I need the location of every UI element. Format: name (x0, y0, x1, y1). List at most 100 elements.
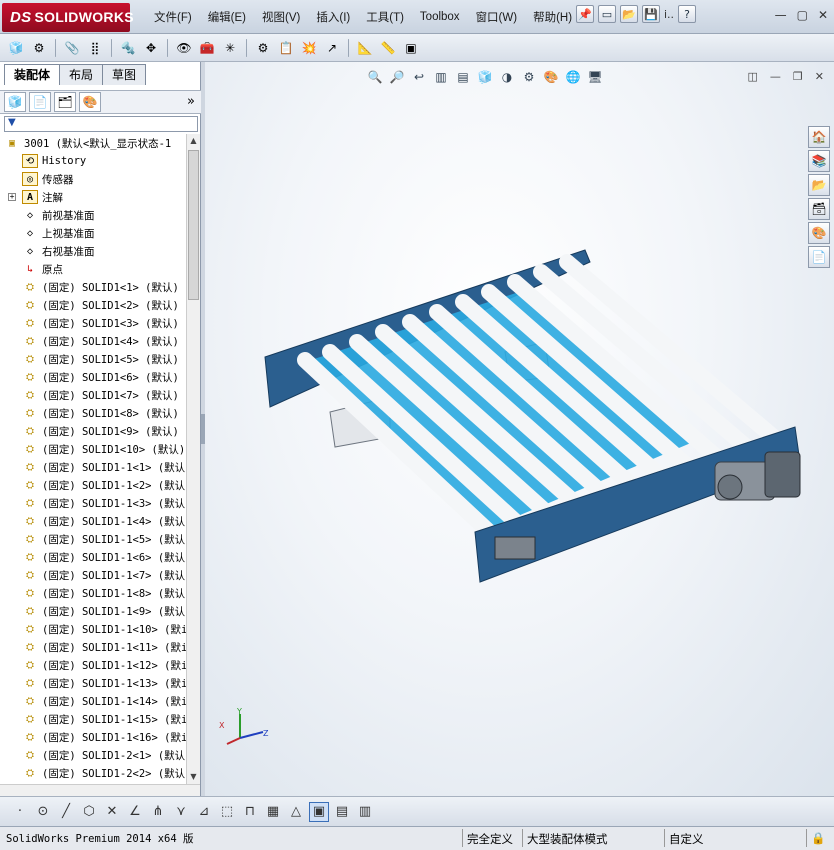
expand-plus-icon[interactable]: + (8, 193, 16, 201)
menu-file[interactable]: 文件(F) (146, 9, 200, 25)
tree-item-front-plane[interactable]: ◇ 前视基准面 (0, 206, 186, 224)
pin-icon[interactable]: 📌 (576, 5, 594, 23)
angle-icon[interactable]: ∠ (125, 802, 145, 822)
tree-item-component[interactable]: ⛭ (固定) SOLID1<8> (默认) (0, 404, 186, 422)
help-icon[interactable]: ? (678, 5, 697, 23)
circle-icon[interactable]: ⊙ (33, 802, 53, 822)
tree-item-component[interactable]: ⛭ (固定) SOLID1<9> (默认) (0, 422, 186, 440)
grid-icon[interactable]: ▦ (263, 802, 283, 822)
assembly-features-icon[interactable]: 🧰 (197, 38, 217, 58)
tree-item-component[interactable]: ⛭ (固定) SOLID1-1<12> (默i (0, 656, 186, 674)
new-part-icon[interactable]: ⚙ (29, 38, 49, 58)
explode-line-sketch-icon[interactable]: ↗ (322, 38, 342, 58)
scroll-up-icon[interactable]: ▲ (187, 134, 200, 148)
restore-icon[interactable]: ▢ (797, 8, 808, 22)
tree-item-component[interactable]: ⛭ (固定) SOLID1-1<15> (默i (0, 710, 186, 728)
new-motion-study-icon[interactable]: ⚙ (253, 38, 273, 58)
view-palette-icon[interactable]: 🗃 (808, 198, 830, 220)
polygon-icon[interactable]: ⬡ (79, 802, 99, 822)
tree-item-origin[interactable]: ↳ 原点 (0, 260, 186, 278)
tree-item-component[interactable]: ⛭ (固定) SOLID1<10> (默认) (0, 440, 186, 458)
tree-item-component[interactable]: ⛭ (固定) SOLID1-1<14> (默i (0, 692, 186, 710)
tree-item-component[interactable]: ⛭ (固定) SOLID1<2> (默认) (0, 296, 186, 314)
tree-filter[interactable]: ▼ (4, 116, 198, 132)
feature-manager-icon[interactable]: 🧊 (4, 92, 26, 112)
cube-view-icon[interactable]: ▣ (309, 801, 329, 822)
linear-pattern-icon[interactable]: ⣿ (85, 38, 105, 58)
tree-item-history[interactable]: ⟲ History (0, 152, 186, 170)
tab-assembly[interactable]: 装配体 (4, 64, 61, 85)
tree-item-right-plane[interactable]: ◇ 右视基准面 (0, 242, 186, 260)
tree-item-component[interactable]: ⛭ (固定) SOLID1-1<11> (默i (0, 638, 186, 656)
options-more[interactable]: i.. (664, 8, 674, 21)
expand-chevron-icon[interactable]: » (187, 94, 195, 109)
home-icon[interactable]: 🏠 (808, 126, 830, 148)
tree-item-component[interactable]: ⛭ (固定) SOLID1<6> (默认) (0, 368, 186, 386)
tree-item-component[interactable]: ⛭ (固定) SOLID1-2<1> (默认 (0, 746, 186, 764)
tab-layout[interactable]: 布局 (59, 64, 104, 85)
filter-icon[interactable]: ▼ (8, 117, 16, 128)
smart-fastener-icon[interactable]: 🔩 (118, 38, 138, 58)
show-hidden-icon[interactable]: 👁 (174, 38, 194, 58)
tree-item-component[interactable]: ⛭ (固定) SOLID1-1<9> (默认 (0, 602, 186, 620)
tree-root[interactable]: ▣ 3001 (默认<默认_显示状态-1 (0, 134, 186, 152)
tree-item-component[interactable]: ⛭ (固定) SOLID1-1<7> (默认 (0, 566, 186, 584)
mirror-icon[interactable]: ⋔ (148, 802, 168, 822)
reference-geometry-icon[interactable]: ✳ (220, 38, 240, 58)
menu-view[interactable]: 视图(V) (254, 9, 308, 25)
attach-icon[interactable]: 📎 (62, 38, 82, 58)
tree-item-component[interactable]: ⛭ (固定) SOLID1-2<2> (默认 (0, 764, 186, 782)
table-view-icon[interactable]: ▥ (355, 802, 375, 822)
configuration-manager-icon[interactable]: 🗂 (54, 92, 76, 112)
offset-icon[interactable]: ⋎ (171, 802, 191, 822)
close-icon[interactable]: ✕ (818, 8, 828, 22)
panel-view-icon[interactable]: ▤ (332, 802, 352, 822)
scroll-down-icon[interactable]: ▼ (187, 770, 200, 784)
tree-item-component[interactable]: ⛭ (固定) SOLID1-1<8> (默认 (0, 584, 186, 602)
menu-help[interactable]: 帮助(H) (525, 9, 580, 25)
move-component-icon[interactable]: ✥ (141, 38, 161, 58)
tree-horizontal-scrollbar[interactable] (0, 784, 200, 796)
point-icon[interactable]: · (10, 802, 30, 822)
interference-detection-icon[interactable]: 📐 (355, 38, 375, 58)
tree-item-component[interactable]: ⛭ (固定) SOLID1-1<5> (默认 (0, 530, 186, 548)
design-library-icon[interactable]: 📚 (808, 150, 830, 172)
status-custom[interactable]: 自定义 (664, 829, 784, 847)
save-icon[interactable]: 💾 (642, 5, 660, 23)
insert-component-icon[interactable]: 🧊 (6, 38, 26, 58)
open-folder-icon[interactable]: 📂 (620, 5, 638, 23)
scroll-thumb[interactable] (188, 150, 199, 300)
tree-item-component[interactable]: ⛭ (固定) SOLID1-1<10> (默i (0, 620, 186, 638)
bill-of-materials-icon[interactable]: 📋 (276, 38, 296, 58)
tree-item-component[interactable]: ⛭ (固定) SOLID1-1<6> (默认 (0, 548, 186, 566)
tree-vertical-scrollbar[interactable]: ▲ ▼ (186, 134, 200, 784)
tree-item-component[interactable]: ⛭ (固定) SOLID1-1<4> (默认 (0, 512, 186, 530)
custom-properties-icon[interactable]: 📄 (808, 246, 830, 268)
menu-insert[interactable]: 插入(I) (308, 9, 358, 25)
minimize-icon[interactable]: — (775, 8, 787, 22)
menu-tools[interactable]: 工具(T) (358, 9, 412, 25)
appearances-icon[interactable]: 🎨 (808, 222, 830, 244)
conveyor-model[interactable] (205, 62, 834, 796)
triangle-icon[interactable]: △ (286, 802, 306, 822)
line-icon[interactable]: ╱ (56, 802, 76, 822)
instant3d-icon[interactable]: ▣ (401, 38, 421, 58)
tree-item-component[interactable]: ⛭ (固定) SOLID1-1<16> (默i (0, 728, 186, 746)
tree-item-component[interactable]: ⛭ (固定) SOLID1-1<2> (默认 (0, 476, 186, 494)
corner-icon[interactable]: ⊿ (194, 802, 214, 822)
tab-sketch[interactable]: 草图 (102, 64, 147, 85)
menu-window[interactable]: 窗口(W) (468, 9, 526, 25)
property-manager-icon[interactable]: 📄 (29, 92, 51, 112)
new-document-icon[interactable]: ▭ (598, 5, 616, 23)
graphics-viewport[interactable]: 🔍 🔎 ↩ ▥ ▤ 🧊 ◑ ⚙ 🎨 🌐 🖥 ◫ — ❐ ✕ Y Z X 🏠 📚 … (205, 62, 834, 796)
tree-item-component[interactable]: ⛭ (固定) SOLID1<4> (默认) (0, 332, 186, 350)
tree-item-component[interactable]: ⛭ (固定) SOLID1<1> (默认) (0, 278, 186, 296)
dimension-icon[interactable]: ⊓ (240, 802, 260, 822)
tree-item-component[interactable]: ⛭ (固定) SOLID1<3> (默认) (0, 314, 186, 332)
exploded-view-icon[interactable]: 💥 (299, 38, 319, 58)
tree-item-component[interactable]: ⛭ (固定) SOLID1<7> (默认) (0, 386, 186, 404)
tree-item-component[interactable]: ⛭ (固定) SOLID1-1<1> (默认 (0, 458, 186, 476)
solidworks-logo[interactable]: DS SOLIDWORKS (2, 3, 134, 32)
tree-item-component[interactable]: ⛭ (固定) SOLID1<5> (默认) (0, 350, 186, 368)
tree-item-top-plane[interactable]: ◇ 上视基准面 (0, 224, 186, 242)
